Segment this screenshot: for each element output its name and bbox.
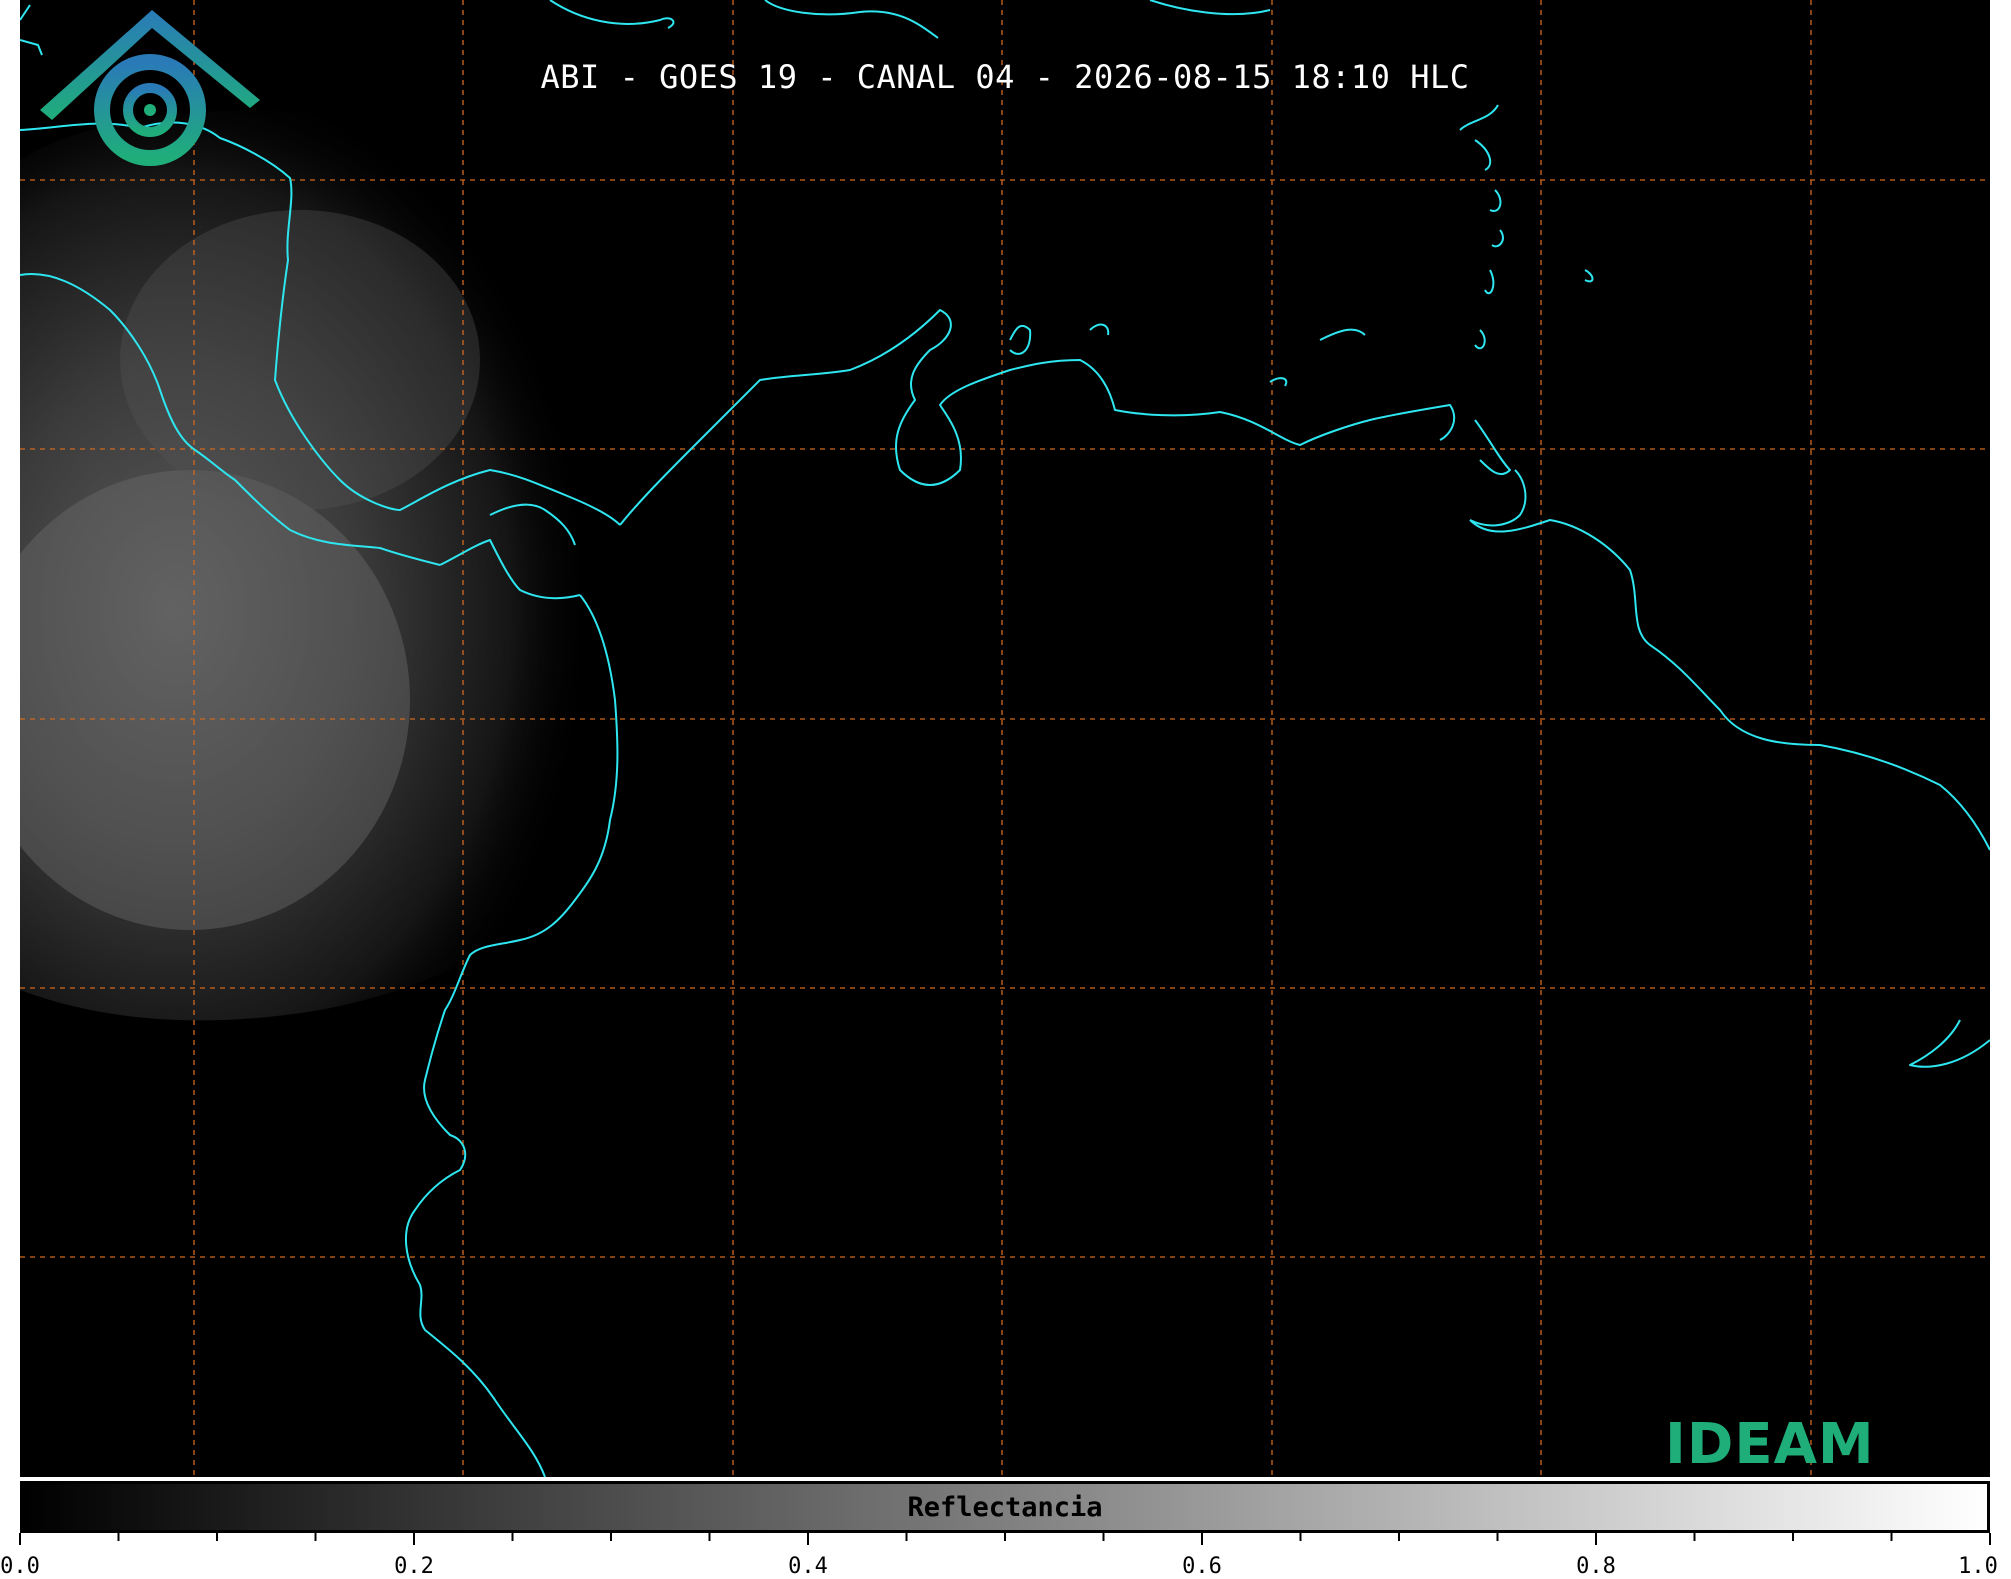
satellite-map-panel: ABI - GOES 19 - CANAL 04 - 2026-08-15 18… bbox=[20, 0, 1990, 1477]
colorbar-tick-label: 0.6 bbox=[1182, 1554, 1222, 1579]
colorbar: Reflectancia bbox=[20, 1481, 1990, 1533]
cloud-bright bbox=[120, 210, 480, 510]
colorbar-ticks bbox=[19, 1533, 1991, 1545]
colorbar-tick-label: 0.0 bbox=[0, 1554, 40, 1579]
colorbar-label: Reflectancia bbox=[907, 1492, 1103, 1523]
ideam-logo-icon bbox=[40, 10, 260, 166]
colorbar-tick-label: 0.2 bbox=[394, 1554, 434, 1579]
colorbar-tick-label: 0.8 bbox=[1576, 1554, 1616, 1579]
colorbar-tick-label: 1.0 bbox=[1958, 1554, 1998, 1579]
satellite-image bbox=[20, 0, 1990, 1477]
map-title: ABI - GOES 19 - CANAL 04 - 2026-08-15 18… bbox=[540, 58, 1470, 96]
colorbar-tick-label: 0.4 bbox=[788, 1554, 828, 1579]
ideam-logo-text: IDEAM bbox=[1665, 1412, 1875, 1477]
